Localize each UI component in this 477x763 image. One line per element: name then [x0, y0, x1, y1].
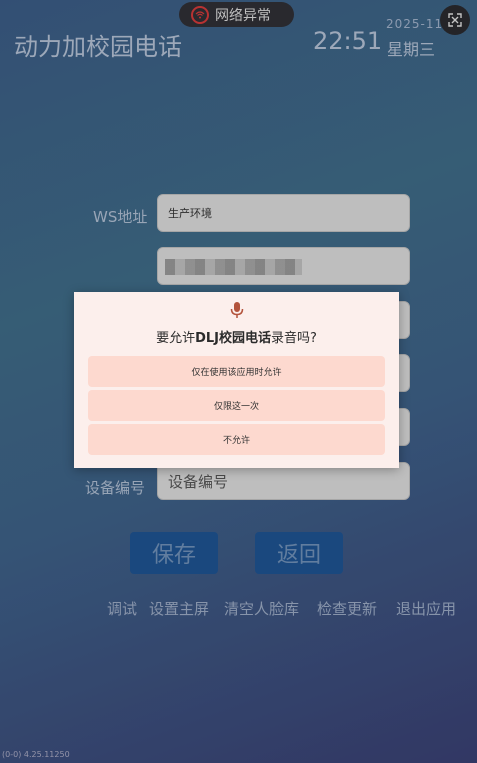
dialog-title-app-name: DLJ校园电话 [195, 331, 272, 346]
dialog-title-suffix: 录音吗? [271, 331, 317, 346]
microphone-icon [229, 301, 245, 319]
dialog-title-prefix: 要允许 [156, 331, 196, 346]
allow-while-using-button[interactable]: 仅在使用该应用时允许 [88, 356, 385, 387]
permission-dialog-title: 要允许DLJ校园电话录音吗? [74, 327, 399, 346]
permission-dialog: 要允许DLJ校园电话录音吗? 仅在使用该应用时允许 仅限这一次 不允许 [74, 292, 399, 468]
deny-button[interactable]: 不允许 [88, 424, 385, 455]
allow-once-button[interactable]: 仅限这一次 [88, 390, 385, 421]
